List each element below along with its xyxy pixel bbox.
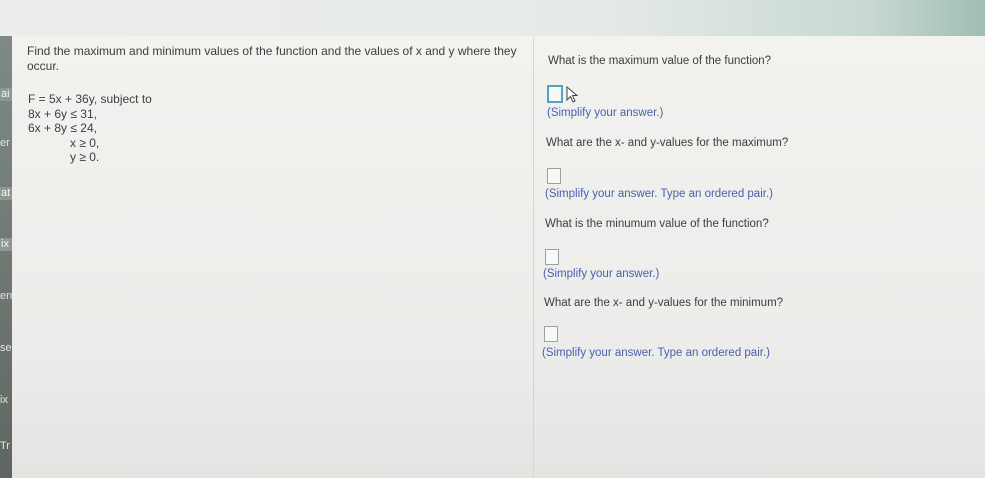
max-value-hint: (Simplify your answer.) (547, 107, 664, 119)
max-xy-hint: (Simplify your answer. Type an ordered p… (545, 188, 773, 200)
sidebar-item[interactable]: ix (0, 394, 12, 407)
min-value-input[interactable] (545, 249, 559, 265)
sidebar-item[interactable]: se (0, 342, 12, 355)
column-divider (533, 38, 534, 478)
mouse-cursor-icon (566, 86, 579, 103)
min-value-hint: (Simplify your answer.) (543, 268, 660, 280)
top-band (0, 0, 985, 36)
max-value-input[interactable] (547, 85, 563, 103)
min-xy-input[interactable] (544, 326, 558, 342)
sidebar-item[interactable]: Tr (0, 440, 12, 453)
max-xy-prompt: What are the x- and y-values for the max… (546, 137, 789, 149)
left-sidebar: ai er at ix erm se ix Tr (0, 36, 13, 478)
sidebar-item[interactable]: er (0, 137, 12, 150)
constraint: x ≥ 0, (70, 135, 100, 150)
max-xy-input[interactable] (547, 168, 561, 184)
constraint-system: F = 5x + 36y, subject to 8x + 6y ≤ 31, 6… (28, 92, 152, 165)
constraint: 6x + 8y ≤ 24, (28, 121, 97, 135)
min-xy-prompt: What are the x- and y-values for the min… (544, 297, 784, 309)
objective-function: F = 5x + 36y, subject to (28, 92, 152, 106)
min-value-prompt: What is the minumum value of the functio… (545, 218, 769, 230)
question-text: Find the maximum and minimum values of t… (27, 44, 517, 73)
constraint: 8x + 6y ≤ 31, (28, 106, 97, 121)
question-panel (12, 36, 985, 478)
max-value-prompt: What is the maximum value of the functio… (548, 55, 772, 67)
constraint: y ≥ 0. (70, 150, 100, 164)
min-xy-hint: (Simplify your answer. Type an ordered p… (542, 347, 770, 359)
sidebar-item[interactable]: erm (0, 290, 12, 303)
